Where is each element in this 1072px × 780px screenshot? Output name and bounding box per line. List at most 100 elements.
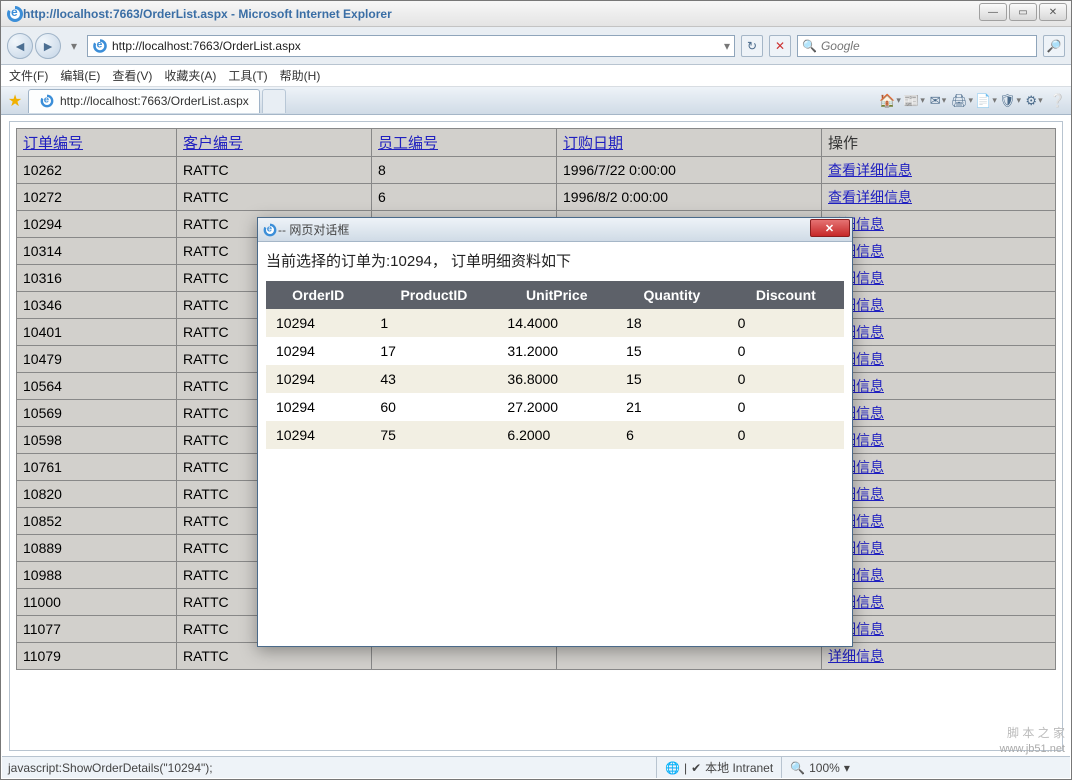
status-zoom-value: 100%: [809, 761, 840, 775]
detail-cell: 21: [616, 393, 728, 421]
col-operate: 操作: [822, 129, 1056, 157]
safety-icon[interactable]: 🛡: [1001, 92, 1019, 110]
page-icon: [93, 39, 107, 53]
table-cell-action: 详细信息: [822, 292, 1056, 319]
detail-cell: 15: [616, 365, 728, 393]
col-customer-id[interactable]: 客户编号: [177, 129, 372, 157]
search-box[interactable]: 🔍: [797, 35, 1037, 57]
internet-zone-icon: 🌐: [665, 761, 680, 775]
menu-file[interactable]: 文件(F): [9, 67, 48, 84]
status-zoom[interactable]: 🔍 100% ▾: [781, 757, 850, 778]
detail-cell: 31.2000: [497, 337, 616, 365]
navigation-toolbar: ◄ ► ▾ ▾ ↻ ✕ 🔍 🔎: [1, 27, 1071, 65]
detail-row: 10294756.200060: [266, 421, 844, 449]
detail-row: 102946027.2000210: [266, 393, 844, 421]
table-cell: 11077: [17, 616, 177, 643]
detail-cell: 0: [728, 309, 844, 337]
view-detail-link[interactable]: 详细信息: [828, 648, 884, 664]
stop-button[interactable]: ✕: [769, 35, 791, 57]
zoom-dropdown-icon[interactable]: ▾: [844, 761, 850, 775]
address-dropdown-icon[interactable]: ▾: [724, 39, 730, 53]
table-cell-action: 详细信息: [822, 508, 1056, 535]
table-cell-action: 详细信息: [822, 427, 1056, 454]
window-title: http://localhost:7663/OrderList.aspx - M…: [23, 7, 392, 21]
col-order-date[interactable]: 订购日期: [557, 129, 822, 157]
read-mail-icon[interactable]: ✉: [929, 92, 947, 110]
nav-history-dropdown[interactable]: ▾: [67, 35, 81, 57]
table-cell: 10294: [17, 211, 177, 238]
dialog-title-bar[interactable]: -- 网页对话框 ✕: [258, 218, 852, 242]
view-detail-link[interactable]: 查看详细信息: [828, 162, 912, 178]
table-cell: 8: [372, 157, 557, 184]
close-button[interactable]: ✕: [1039, 3, 1067, 21]
detail-cell: 10294: [266, 365, 370, 393]
table-cell-action: 详细信息: [822, 238, 1056, 265]
detail-row: 10294114.4000180: [266, 309, 844, 337]
detail-cell: 10294: [266, 421, 370, 449]
detail-row: 102941731.2000150: [266, 337, 844, 365]
tab-toolbar: ★ http://localhost:7663/OrderList.aspx 🏠…: [1, 87, 1071, 115]
back-button[interactable]: ◄: [7, 33, 33, 59]
detail-cell: 17: [370, 337, 497, 365]
menu-help[interactable]: 帮助(H): [280, 67, 321, 84]
detail-cell: 0: [728, 421, 844, 449]
detail-cell: 15: [616, 337, 728, 365]
detail-col-discount: Discount: [728, 281, 844, 309]
detail-cell: 10294: [266, 393, 370, 421]
feeds-icon[interactable]: 📰: [905, 92, 923, 110]
table-cell-action: 详细信息: [822, 265, 1056, 292]
browser-tab[interactable]: http://localhost:7663/OrderList.aspx: [28, 89, 260, 113]
search-provider-icon: 🔍: [802, 39, 817, 53]
table-cell: 10272: [17, 184, 177, 211]
dialog-close-button[interactable]: ✕: [810, 219, 850, 237]
table-cell-action: 详细信息: [822, 211, 1056, 238]
tools-icon[interactable]: ⚙: [1025, 92, 1043, 110]
table-cell: RATTC: [177, 157, 372, 184]
detail-cell: 60: [370, 393, 497, 421]
address-input[interactable]: [112, 39, 720, 53]
table-cell: 10569: [17, 400, 177, 427]
detail-cell: 43: [370, 365, 497, 393]
table-cell-action: 详细信息: [822, 373, 1056, 400]
home-icon[interactable]: 🏠: [881, 92, 899, 110]
table-cell: RATTC: [177, 184, 372, 211]
search-input[interactable]: [821, 39, 1032, 53]
table-cell: 10598: [17, 427, 177, 454]
detail-cell: 10294: [266, 309, 370, 337]
status-zone-prefix: |: [684, 761, 687, 775]
table-cell-action: 详细信息: [822, 643, 1056, 670]
table-cell: 10889: [17, 535, 177, 562]
col-order-id[interactable]: 订单编号: [17, 129, 177, 157]
detail-cell: 14.4000: [497, 309, 616, 337]
favorites-star-icon[interactable]: ★: [5, 91, 25, 111]
menu-bar: 文件(F) 编辑(E) 查看(V) 收藏夹(A) 工具(T) 帮助(H): [1, 65, 1071, 87]
status-zone-label: 本地 Intranet: [705, 759, 773, 776]
table-cell: 6: [372, 184, 557, 211]
forward-button[interactable]: ►: [35, 33, 61, 59]
table-cell-action: 详细信息: [822, 454, 1056, 481]
new-tab-button[interactable]: [262, 89, 286, 113]
table-cell: 10820: [17, 481, 177, 508]
status-zone: 🌐 | ✔ 本地 Intranet: [656, 757, 773, 778]
address-bar[interactable]: ▾: [87, 35, 735, 57]
page-menu-icon[interactable]: 📄: [977, 92, 995, 110]
table-cell: 10564: [17, 373, 177, 400]
menu-edit[interactable]: 编辑(E): [60, 67, 100, 84]
menu-favorites[interactable]: 收藏夹(A): [164, 67, 216, 84]
detail-cell: 27.2000: [497, 393, 616, 421]
help-icon[interactable]: ❔: [1049, 92, 1067, 110]
view-detail-link[interactable]: 查看详细信息: [828, 189, 912, 205]
detail-col-orderid: OrderID: [266, 281, 370, 309]
menu-tools[interactable]: 工具(T): [228, 67, 267, 84]
detail-cell: 1: [370, 309, 497, 337]
detail-row: 102944336.8000150: [266, 365, 844, 393]
minimize-button[interactable]: —: [979, 3, 1007, 21]
col-employee-id[interactable]: 员工编号: [372, 129, 557, 157]
menu-view[interactable]: 查看(V): [112, 67, 152, 84]
search-go-button[interactable]: 🔎: [1043, 35, 1065, 57]
refresh-button[interactable]: ↻: [741, 35, 763, 57]
ie-icon: [7, 6, 23, 22]
table-cell: 10314: [17, 238, 177, 265]
maximize-button[interactable]: ▭: [1009, 3, 1037, 21]
print-icon[interactable]: 🖨: [953, 92, 971, 110]
